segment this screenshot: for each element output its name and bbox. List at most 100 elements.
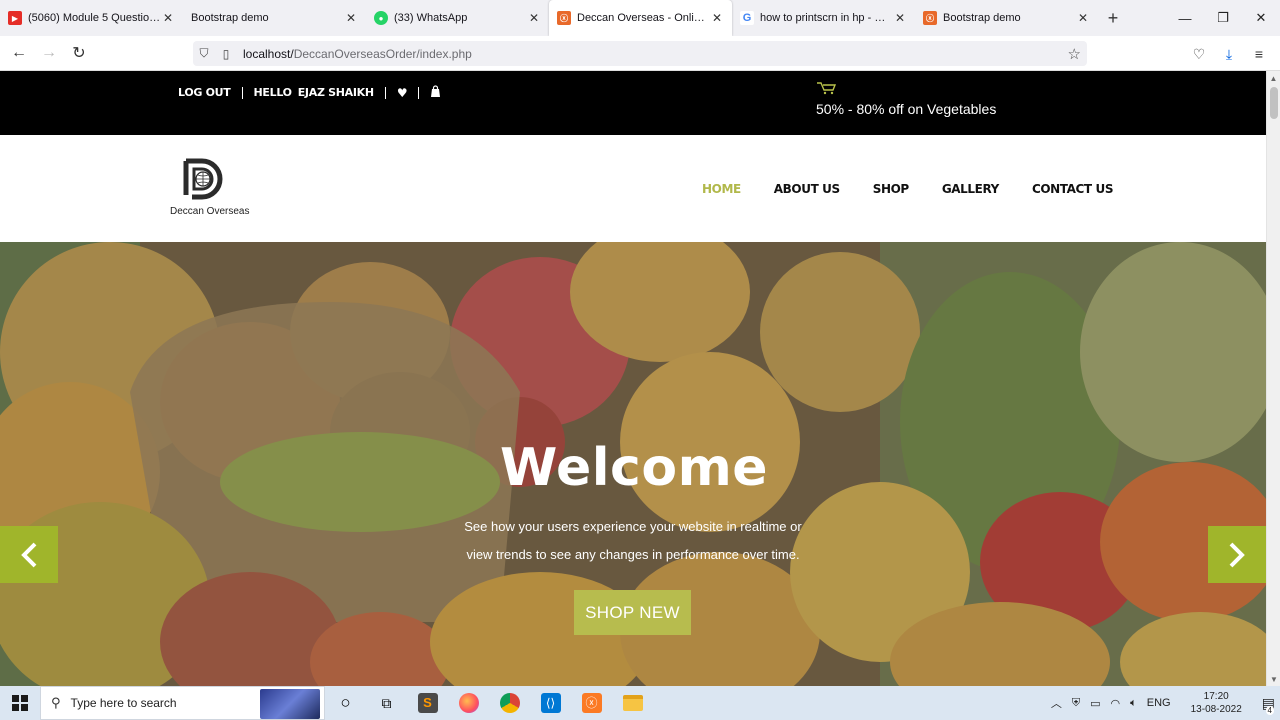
main-navigation: HOME ABOUT US SHOP GALLERY CONTACT US xyxy=(702,182,1146,196)
download-icon[interactable]: ⤓ xyxy=(1214,39,1244,69)
browser-nav-bar: ← → ↻ ⛉ ▯ localhost/DeccanOverseasOrder/… xyxy=(0,36,1280,71)
nav-home[interactable]: HOME xyxy=(702,182,741,196)
url-host: localhost/ xyxy=(243,46,294,61)
divider xyxy=(384,86,386,99)
close-icon[interactable]: ✕ xyxy=(527,11,541,25)
language-indicator[interactable]: ENG xyxy=(1147,697,1171,709)
windows-start-icon[interactable] xyxy=(0,686,40,720)
close-icon[interactable]: ✕ xyxy=(1076,11,1090,25)
browser-tab[interactable]: ⓧ Bootstrap demo ✕ xyxy=(915,0,1098,36)
hello-text: HELLO xyxy=(253,86,293,99)
nav-contact-us[interactable]: CONTACT US xyxy=(1032,182,1114,196)
hero-title: Welcome xyxy=(499,438,769,498)
topbar-links: LOG OUT HELLO EJAZ SHAIKH ♥ xyxy=(178,85,441,100)
windows-taskbar: ⚲ Type here to search ○ ⧉ S ⟨⟩ ⓧ ︿ ⛨ ▭ ◠… xyxy=(0,686,1280,720)
forward-icon[interactable]: → xyxy=(34,38,64,68)
back-icon[interactable]: ← xyxy=(4,38,34,68)
nav-shop[interactable]: SHOP xyxy=(873,182,909,196)
notification-count: 4 xyxy=(1265,705,1274,715)
reload-icon[interactable]: ↻ xyxy=(64,38,94,68)
scroll-down-icon[interactable]: ▼ xyxy=(1267,672,1280,686)
shop-new-button[interactable]: SHOP NEW xyxy=(574,590,691,635)
nav-about-us[interactable]: ABOUT US xyxy=(774,182,840,196)
pocket-icon[interactable]: ♡ xyxy=(1184,39,1214,69)
site-header: Deccan Overseas HOME ABOUT US SHOP GALLE… xyxy=(0,135,1266,242)
file-explorer-icon[interactable] xyxy=(612,686,653,720)
promo-banner: 50% - 80% off on Vegetables xyxy=(816,81,996,117)
divider xyxy=(241,86,243,99)
new-tab-button[interactable]: + xyxy=(1098,0,1128,36)
browser-tab[interactable]: Bootstrap demo ✕ xyxy=(183,0,366,36)
wifi-icon[interactable]: ◠ xyxy=(1111,697,1121,710)
xampp-icon: ⓧ xyxy=(923,11,937,25)
window-controls: — ❐ ✕ xyxy=(1166,0,1280,36)
logout-link[interactable]: LOG OUT xyxy=(178,86,231,99)
cortana-icon[interactable]: ○ xyxy=(325,686,366,720)
search-icon: ⚲ xyxy=(51,695,61,710)
restore-icon[interactable]: ❐ xyxy=(1204,0,1242,36)
logo-mark-icon xyxy=(183,158,223,200)
close-icon[interactable]: ✕ xyxy=(161,11,175,25)
xampp-icon[interactable]: ⓧ xyxy=(571,686,612,720)
taskbar-search-box[interactable]: ⚲ Type here to search xyxy=(40,686,325,720)
chevron-left-icon xyxy=(21,542,37,567)
nav-gallery[interactable]: GALLERY xyxy=(942,182,1000,196)
firefox-icon[interactable] xyxy=(448,686,489,720)
task-view-icon[interactable]: ⧉ xyxy=(366,686,407,720)
search-highlight-image xyxy=(260,689,320,719)
url-path: DeccanOverseasOrder/index.php xyxy=(293,46,472,61)
notification-icon[interactable]: ▤ 4 xyxy=(1262,695,1275,715)
security-icon[interactable]: ⛨ xyxy=(1072,697,1080,710)
close-icon[interactable]: ✕ xyxy=(893,11,907,25)
clock-date: 13-08-2022 xyxy=(1190,704,1242,715)
page-scrollbar[interactable]: ▲ ▼ xyxy=(1266,71,1280,686)
tab-label: Bootstrap demo xyxy=(943,12,1021,24)
site-topbar: LOG OUT HELLO EJAZ SHAIKH ♥ 50% - 80% of… xyxy=(0,71,1266,135)
divider xyxy=(418,86,420,99)
bookmark-star-icon[interactable]: ☆ xyxy=(1068,45,1081,63)
clock-time: 17:20 xyxy=(1203,691,1229,702)
shopping-bag-icon[interactable] xyxy=(430,85,441,100)
cart-icon xyxy=(816,81,996,98)
close-icon[interactable]: ✕ xyxy=(344,11,358,25)
tab-label: (33) WhatsApp xyxy=(394,12,468,24)
promo-text: 50% - 80% off on Vegetables xyxy=(816,101,997,117)
show-hidden-icons-icon[interactable]: ︿ xyxy=(1051,695,1062,711)
volume-icon[interactable]: 🔈︎ xyxy=(1130,697,1137,710)
menu-icon[interactable]: ≡ xyxy=(1244,39,1274,69)
browser-tab-strip: ▶ (5060) Module 5 Question - Pa ✕ Bootst… xyxy=(0,0,1280,36)
browser-tab[interactable]: ● (33) WhatsApp ✕ xyxy=(366,0,549,36)
vscode-icon[interactable]: ⟨⟩ xyxy=(530,686,571,720)
tab-label: how to printscrn in hp - Google xyxy=(760,12,893,24)
sublime-text-icon[interactable]: S xyxy=(407,686,448,720)
heart-icon[interactable]: ♥ xyxy=(397,86,408,100)
shield-icon[interactable]: ⛉ xyxy=(193,46,215,61)
tab-label: Bootstrap demo xyxy=(191,12,269,24)
browser-tab[interactable]: G how to printscrn in hp - Google ✕ xyxy=(732,0,915,36)
site-logo[interactable]: Deccan Overseas xyxy=(170,155,250,217)
close-icon[interactable]: ✕ xyxy=(710,11,724,25)
scroll-thumb[interactable] xyxy=(1270,87,1278,119)
tab-label: (5060) Module 5 Question - Pa xyxy=(28,12,161,24)
hero-subtitle: See how your users experience your websi… xyxy=(464,519,802,562)
web-page: LOG OUT HELLO EJAZ SHAIKH ♥ 50% - 80% of… xyxy=(0,71,1266,686)
page-icon: ▯ xyxy=(222,46,230,61)
battery-icon[interactable]: ▭ xyxy=(1090,697,1100,710)
brand-name: Deccan Overseas xyxy=(170,206,250,217)
carousel-next-button[interactable] xyxy=(1208,526,1266,583)
scroll-up-icon[interactable]: ▲ xyxy=(1267,71,1280,85)
google-icon: G xyxy=(740,11,754,25)
url-bar[interactable]: ⛉ ▯ localhost/DeccanOverseasOrder/index.… xyxy=(193,41,1087,66)
browser-tab-active[interactable]: ⓧ Deccan Overseas - Online Fruit ✕ xyxy=(549,0,732,36)
carousel-prev-button[interactable] xyxy=(0,526,58,583)
clock[interactable]: 17:20 13-08-2022 xyxy=(1186,690,1247,716)
whatsapp-icon: ● xyxy=(374,11,388,25)
system-tray: ︿ ⛨ ▭ ◠ 🔈︎ ENG 17:20 13-08-2022 ▤ 4 xyxy=(1046,686,1280,720)
close-window-icon[interactable]: ✕ xyxy=(1242,0,1280,36)
minimize-icon[interactable]: — xyxy=(1166,0,1204,36)
tab-label: Deccan Overseas - Online Fruit xyxy=(577,12,710,24)
chevron-right-icon xyxy=(1229,542,1245,567)
username-text[interactable]: EJAZ SHAIKH xyxy=(298,86,374,99)
chrome-icon[interactable] xyxy=(489,686,530,720)
browser-tab[interactable]: ▶ (5060) Module 5 Question - Pa ✕ xyxy=(0,0,183,36)
